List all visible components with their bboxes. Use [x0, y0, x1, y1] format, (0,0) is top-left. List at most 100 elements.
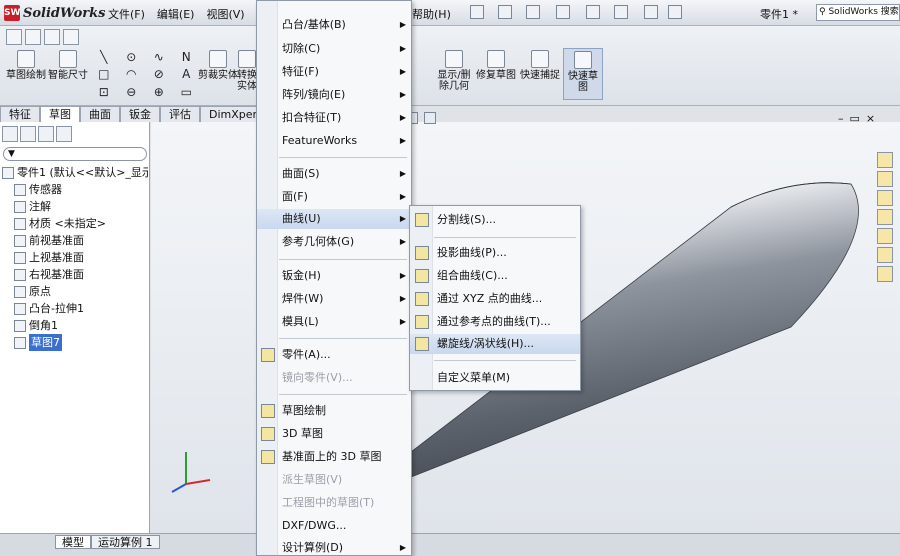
menu-item-features[interactable]: 特征(F) ▶: [257, 62, 411, 82]
menu-item-curve-through-ref-points[interactable]: 通过参考点的曲线(T)...: [410, 312, 580, 332]
minimize-icon[interactable]: –: [838, 112, 850, 125]
solidworks-resources-icon[interactable]: [877, 152, 893, 168]
menu-item-molds[interactable]: 模具(L) ▶: [257, 312, 411, 332]
text-a-tool-icon[interactable]: A: [173, 67, 201, 84]
ellipse-tool-icon[interactable]: ⊘: [145, 67, 173, 84]
viewport-window-controls[interactable]: –▭×: [838, 112, 881, 125]
search-results-icon[interactable]: [877, 209, 893, 225]
rapid-sketch-button[interactable]: 快速草图: [563, 48, 603, 100]
menu-item-composite-curve[interactable]: 组合曲线(C)...: [410, 266, 580, 286]
quick-snaps-button[interactable]: 快速捕捉: [520, 48, 560, 100]
menu-item-boss-base[interactable]: 凸台/基体(B) ▶: [257, 15, 411, 35]
undo-icon[interactable]: [586, 5, 600, 19]
spline-tool-icon[interactable]: ∿: [145, 50, 173, 67]
save-icon[interactable]: [526, 5, 540, 19]
repair-sketch-button[interactable]: 修复草图: [476, 48, 516, 100]
point-tool-icon[interactable]: ⊕: [145, 85, 173, 102]
menu-item-design-study[interactable]: 设计算例(D) ▶: [257, 538, 411, 556]
custom-properties-icon[interactable]: [877, 266, 893, 282]
rebuild-icon[interactable]: [644, 5, 658, 19]
view-palette-icon[interactable]: [877, 228, 893, 244]
tab-features[interactable]: 特征: [0, 106, 40, 122]
menu-item-featureworks[interactable]: FeatureWorks ▶: [257, 131, 411, 151]
menu-item-cut[interactable]: 切除(C) ▶: [257, 39, 411, 59]
property-manager-icon[interactable]: [20, 126, 36, 142]
tree-root[interactable]: 零件1 (默认<<默认>_显示: [2, 164, 148, 181]
menu-view[interactable]: 视图(V): [206, 6, 244, 22]
tab-model[interactable]: 模型: [55, 535, 91, 549]
toolbar-grid-icon[interactable]: [6, 29, 22, 45]
tab-sketch[interactable]: 草图: [40, 106, 80, 122]
menu-item-weldments[interactable]: 焊件(W) ▶: [257, 289, 411, 309]
menu-item-face[interactable]: 面(F) ▶: [257, 187, 411, 207]
slot-tool-icon[interactable]: ⊡: [90, 85, 118, 102]
menu-file[interactable]: 文件(F): [108, 6, 145, 22]
menu-item-pattern-mirror[interactable]: 阵列/镜向(E) ▶: [257, 85, 411, 105]
options-icon[interactable]: [668, 5, 682, 19]
toolbar-select-icon[interactable]: [44, 29, 60, 45]
select-icon[interactable]: [614, 5, 628, 19]
close-icon[interactable]: ×: [866, 112, 881, 125]
menu-item-3d-sketch[interactable]: 3D 草图: [257, 424, 411, 444]
arc-tool-icon[interactable]: ◠: [118, 67, 146, 84]
file-explorer-icon[interactable]: [877, 190, 893, 206]
tree-item-front-plane[interactable]: 前视基准面: [2, 232, 148, 249]
tree-item-origin[interactable]: 原点: [2, 283, 148, 300]
submenu-arrow-icon: ▶: [399, 294, 406, 303]
menu-help[interactable]: 帮助(H): [412, 6, 451, 22]
menu-item-surface[interactable]: 曲面(S) ▶: [257, 164, 411, 184]
print-icon[interactable]: [556, 5, 570, 19]
line-tool-icon[interactable]: ╲: [90, 50, 118, 67]
menu-item-dxf-dwg[interactable]: DXF/DWG...: [257, 516, 411, 536]
polygon-tool-icon[interactable]: ⊖: [118, 85, 146, 102]
tree-filter[interactable]: ▼: [3, 147, 147, 161]
appearances-icon[interactable]: [877, 247, 893, 263]
view-settings-icon[interactable]: [424, 112, 436, 124]
menu-item-reference-geometry[interactable]: 参考几何体(G) ▶: [257, 232, 411, 252]
sketch-button[interactable]: 草图绘制: [6, 48, 46, 100]
tab-surfaces[interactable]: 曲面: [80, 106, 120, 122]
search-input[interactable]: ⚲ SolidWorks 搜索: [816, 4, 900, 21]
tree-item-material[interactable]: 材质 <未指定>: [2, 215, 148, 232]
tree-item-boss-extrude[interactable]: 凸台-拉伸1: [2, 300, 148, 317]
tree-item-chamfer[interactable]: 倒角1: [2, 317, 148, 334]
menu-item-part[interactable]: 零件(A)...: [257, 345, 411, 365]
menu-item-projected-curve[interactable]: 投影曲线(P)...: [410, 243, 580, 263]
tree-item-sketch[interactable]: 草图7: [2, 334, 148, 351]
smart-dimension-button[interactable]: 智能尺寸: [48, 48, 88, 100]
restore-icon[interactable]: ▭: [850, 112, 866, 125]
design-library-icon[interactable]: [877, 171, 893, 187]
plane-tool-icon[interactable]: ▭: [173, 85, 201, 102]
tab-motion-study[interactable]: 运动算例 1: [91, 535, 160, 549]
new-document-icon[interactable]: [470, 5, 484, 19]
tree-item-right-plane[interactable]: 右视基准面: [2, 266, 148, 283]
menu-item-split-line[interactable]: 分割线(S)...: [410, 210, 580, 230]
menu-item-helix-spiral[interactable]: 螺旋线/涡状线(H)...: [410, 334, 580, 354]
menu-edit[interactable]: 编辑(E): [157, 6, 195, 22]
menu-item-customize-menu[interactable]: 自定义菜单(M): [410, 368, 580, 388]
tree-item-annotations[interactable]: 注解: [2, 198, 148, 215]
rectangle-tool-icon[interactable]: □: [90, 67, 118, 84]
toolbar-options-icon[interactable]: [25, 29, 41, 45]
convert-entities-button[interactable]: 转换实体: [236, 48, 258, 100]
dimxpert-manager-icon[interactable]: [56, 126, 72, 142]
toolbar-appearance-icon[interactable]: [63, 29, 79, 45]
circle-tool-icon[interactable]: ⊙: [118, 50, 146, 67]
menu-item-sketch[interactable]: 草图绘制: [257, 401, 411, 421]
trim-entities-button[interactable]: 剪裁实体: [198, 48, 238, 100]
menu-item-curve-through-xyz[interactable]: 通过 XYZ 点的曲线...: [410, 289, 580, 309]
tree-item-top-plane[interactable]: 上视基准面: [2, 249, 148, 266]
tab-sheet-metal[interactable]: 钣金: [120, 106, 160, 122]
configuration-manager-icon[interactable]: [38, 126, 54, 142]
feature-manager-icon[interactable]: [2, 126, 18, 142]
document-title: 零件1 *: [760, 8, 798, 21]
display-delete-relations-button[interactable]: 显示/删除几何: [434, 48, 474, 100]
open-icon[interactable]: [498, 5, 512, 19]
menu-item-curve[interactable]: 曲线(U) ▶: [257, 209, 411, 229]
menu-item-fastening-feature[interactable]: 扣合特征(T) ▶: [257, 108, 411, 128]
text-tool-icon[interactable]: N: [173, 50, 201, 67]
tree-item-sensors[interactable]: 传感器: [2, 181, 148, 198]
tab-evaluate[interactable]: 评估: [160, 106, 200, 122]
menu-item-sheet-metal[interactable]: 钣金(H) ▶: [257, 266, 411, 286]
menu-item-3d-sketch-on-plane[interactable]: 基准面上的 3D 草图: [257, 447, 411, 467]
